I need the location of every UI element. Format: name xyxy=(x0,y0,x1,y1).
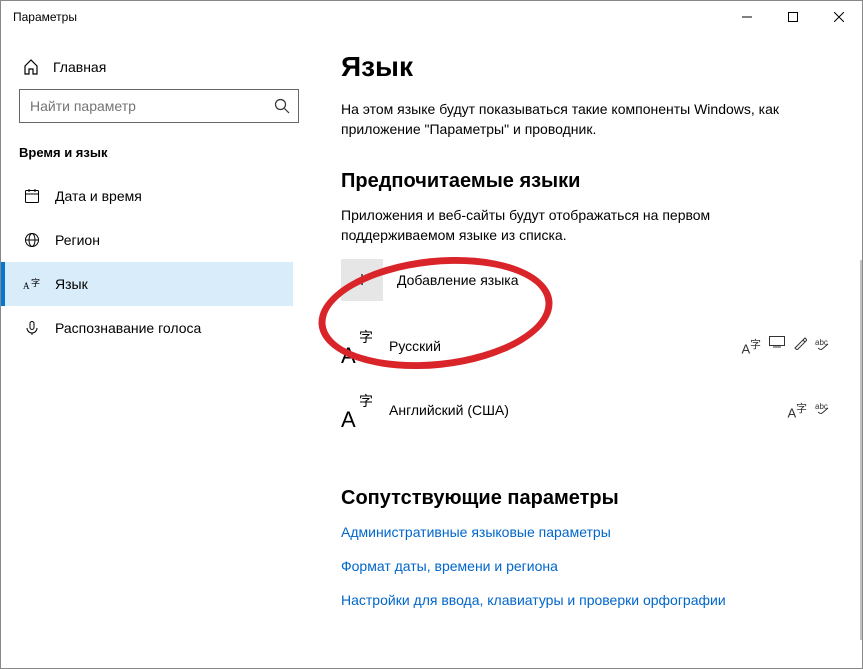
close-button[interactable] xyxy=(816,1,862,33)
category-title: Время и язык xyxy=(19,145,293,160)
home-button[interactable]: Главная xyxy=(19,51,293,89)
add-language-button[interactable]: + Добавление языка xyxy=(341,259,519,301)
sidebar-item-region[interactable]: Регион xyxy=(1,218,293,262)
home-icon xyxy=(23,59,39,75)
home-label: Главная xyxy=(53,59,106,75)
nav-list: Дата и время Регион A字 Язык xyxy=(1,174,293,350)
search-input[interactable] xyxy=(20,90,298,122)
language-glyph-icon: 字 A xyxy=(341,329,375,363)
titlebar: Параметры xyxy=(1,1,862,33)
link-input-keyboard-spell[interactable]: Настройки для ввода, клавиатуры и провер… xyxy=(341,592,832,608)
tts-icon: A字 xyxy=(742,336,762,356)
sidebar-item-label: Распознавание голоса xyxy=(55,320,201,336)
content: Язык На этом языке будут показываться та… xyxy=(311,33,862,668)
search-icon xyxy=(274,98,290,114)
language-name: Русский xyxy=(389,338,441,354)
page-title: Язык xyxy=(341,51,832,83)
calendar-icon xyxy=(23,188,41,204)
handwrite-icon xyxy=(793,336,807,356)
link-date-region-format[interactable]: Формат даты, времени и региона xyxy=(341,558,832,574)
window-controls xyxy=(724,1,862,33)
page-description: На этом языке будут показываться такие к… xyxy=(341,99,801,140)
maximize-button[interactable] xyxy=(770,1,816,33)
sidebar-item-date-time[interactable]: Дата и время xyxy=(1,174,293,218)
sidebar-item-language[interactable]: A字 Язык xyxy=(1,262,293,306)
preferred-heading: Предпочитаемые языки xyxy=(341,170,832,193)
window-title: Параметры xyxy=(13,10,77,24)
search-box[interactable] xyxy=(19,89,299,123)
plus-icon: + xyxy=(341,259,383,301)
globe-icon xyxy=(23,232,41,248)
sidebar-item-speech[interactable]: Распознавание голоса xyxy=(1,306,293,350)
link-admin-language[interactable]: Административные языковые параметры xyxy=(341,524,832,540)
spell-icon: abc xyxy=(815,400,831,420)
sidebar: Главная Время и язык Дата и время xyxy=(1,33,311,668)
language-icon: A字 xyxy=(23,276,41,292)
spell-icon: abc xyxy=(815,336,831,356)
sidebar-item-label: Дата и время xyxy=(55,188,142,204)
language-feature-icons: A字 abc xyxy=(742,336,832,356)
add-language-label: Добавление языка xyxy=(397,272,519,288)
tts-icon: A字 xyxy=(788,400,808,420)
preferred-description: Приложения и веб-сайты будут отображатьс… xyxy=(341,205,781,246)
language-name: Английский (США) xyxy=(389,402,509,418)
svg-text:字: 字 xyxy=(31,277,40,288)
language-item-english-us[interactable]: 字 A Английский (США) A字 abc xyxy=(341,381,831,445)
language-feature-icons: A字 abc xyxy=(788,400,832,420)
scrollbar[interactable] xyxy=(860,260,862,640)
language-glyph-icon: 字 A xyxy=(341,393,375,427)
minimize-button[interactable] xyxy=(724,1,770,33)
svg-text:A: A xyxy=(23,281,30,291)
sidebar-item-label: Язык xyxy=(55,276,88,292)
sidebar-item-label: Регион xyxy=(55,232,100,248)
language-item-russian[interactable]: 字 A Русский A字 abc xyxy=(341,317,831,381)
mic-icon xyxy=(23,320,41,336)
related-heading: Сопутствующие параметры xyxy=(341,487,832,510)
input-icon xyxy=(769,336,785,356)
